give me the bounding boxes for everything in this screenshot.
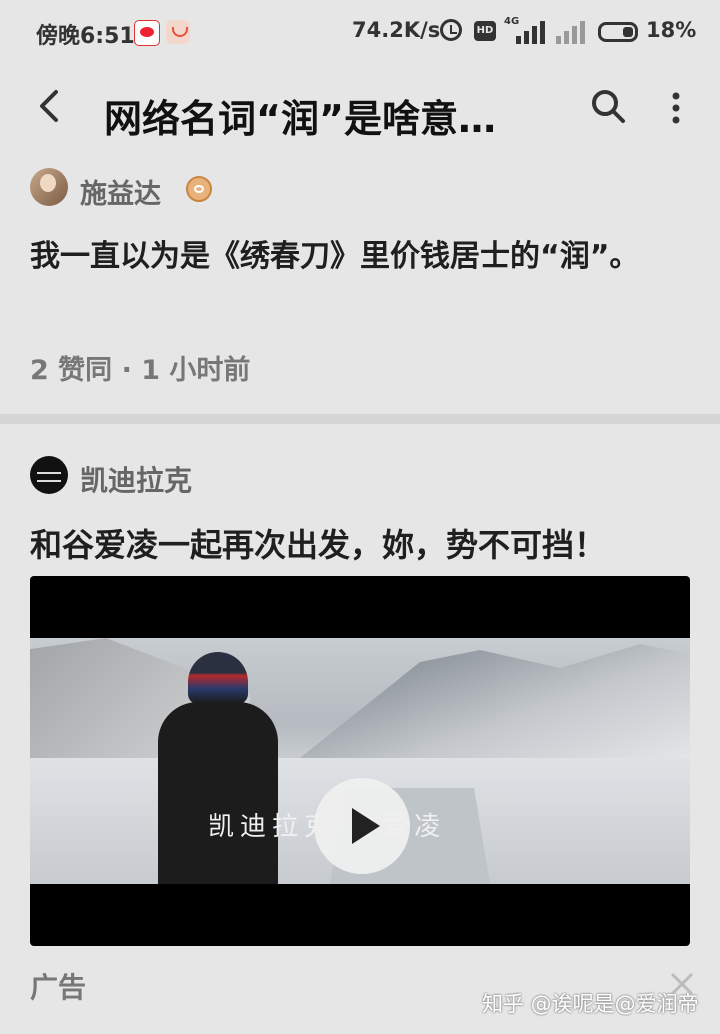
comment-author[interactable]: 施益达 — [80, 172, 161, 211]
watermark: 知乎 @诶呢是@爱润帝 — [482, 992, 699, 1016]
alarm-icon — [440, 19, 462, 41]
page-title: 网络名词“润”是啥意… — [104, 97, 496, 141]
signal-secondary-icon — [554, 16, 586, 46]
more-options-icon[interactable] — [660, 88, 692, 128]
sina-notification-icon — [134, 20, 160, 46]
back-icon[interactable] — [30, 86, 70, 126]
close-icon[interactable] — [670, 972, 694, 996]
ad-video[interactable]: 凯迪拉克 谷爱凌 — [30, 576, 690, 946]
ad-brand-name[interactable]: 凯迪拉克 — [80, 459, 192, 499]
hd-icon: HD — [474, 21, 496, 41]
play-button[interactable] — [314, 778, 410, 874]
ad-card[interactable]: 凯迪拉克 和谷爱凌一起再次出发，妳，势不可挡！ 凯迪拉克 谷爱凌 广告 知乎 @… — [0, 424, 720, 1034]
cadillac-logo[interactable] — [30, 456, 68, 494]
search-icon[interactable] — [588, 86, 628, 126]
skier-figure — [158, 652, 278, 884]
status-bar: 傍晚6:51 74.2K/s HD 4G 18% — [0, 0, 720, 66]
app-notification-icon — [166, 20, 190, 44]
network-type: 4G — [504, 16, 520, 27]
battery-level: 18% — [646, 18, 697, 42]
network-speed: 74.2K/s — [352, 18, 441, 42]
app-bar: 网络名词“润”是啥意… — [0, 66, 720, 156]
eye-badge-icon — [186, 176, 212, 202]
avatar[interactable] — [30, 168, 68, 206]
screen: 傍晚6:51 74.2K/s HD 4G 18% 网络名词“润”是啥意… 施益达… — [0, 0, 720, 1034]
section-divider — [0, 414, 720, 424]
comment-item[interactable]: 施益达 我一直以为是《绣春刀》里价钱居士的“润”。 2 赞同 · 1 小时前 — [0, 160, 720, 414]
battery-icon — [598, 22, 638, 42]
signal-icon: 4G — [504, 16, 548, 46]
ad-headline[interactable]: 和谷爱凌一起再次出发，妳，势不可挡！ — [30, 520, 606, 566]
ad-label: 广告 — [30, 971, 87, 1004]
status-time: 傍晚6:51 — [36, 24, 135, 49]
comment-text: 我一直以为是《绣春刀》里价钱居士的“润”。 — [30, 239, 640, 274]
video-frame: 凯迪拉克 谷爱凌 — [30, 638, 690, 884]
comment-meta: 2 赞同 · 1 小时前 — [30, 355, 251, 386]
